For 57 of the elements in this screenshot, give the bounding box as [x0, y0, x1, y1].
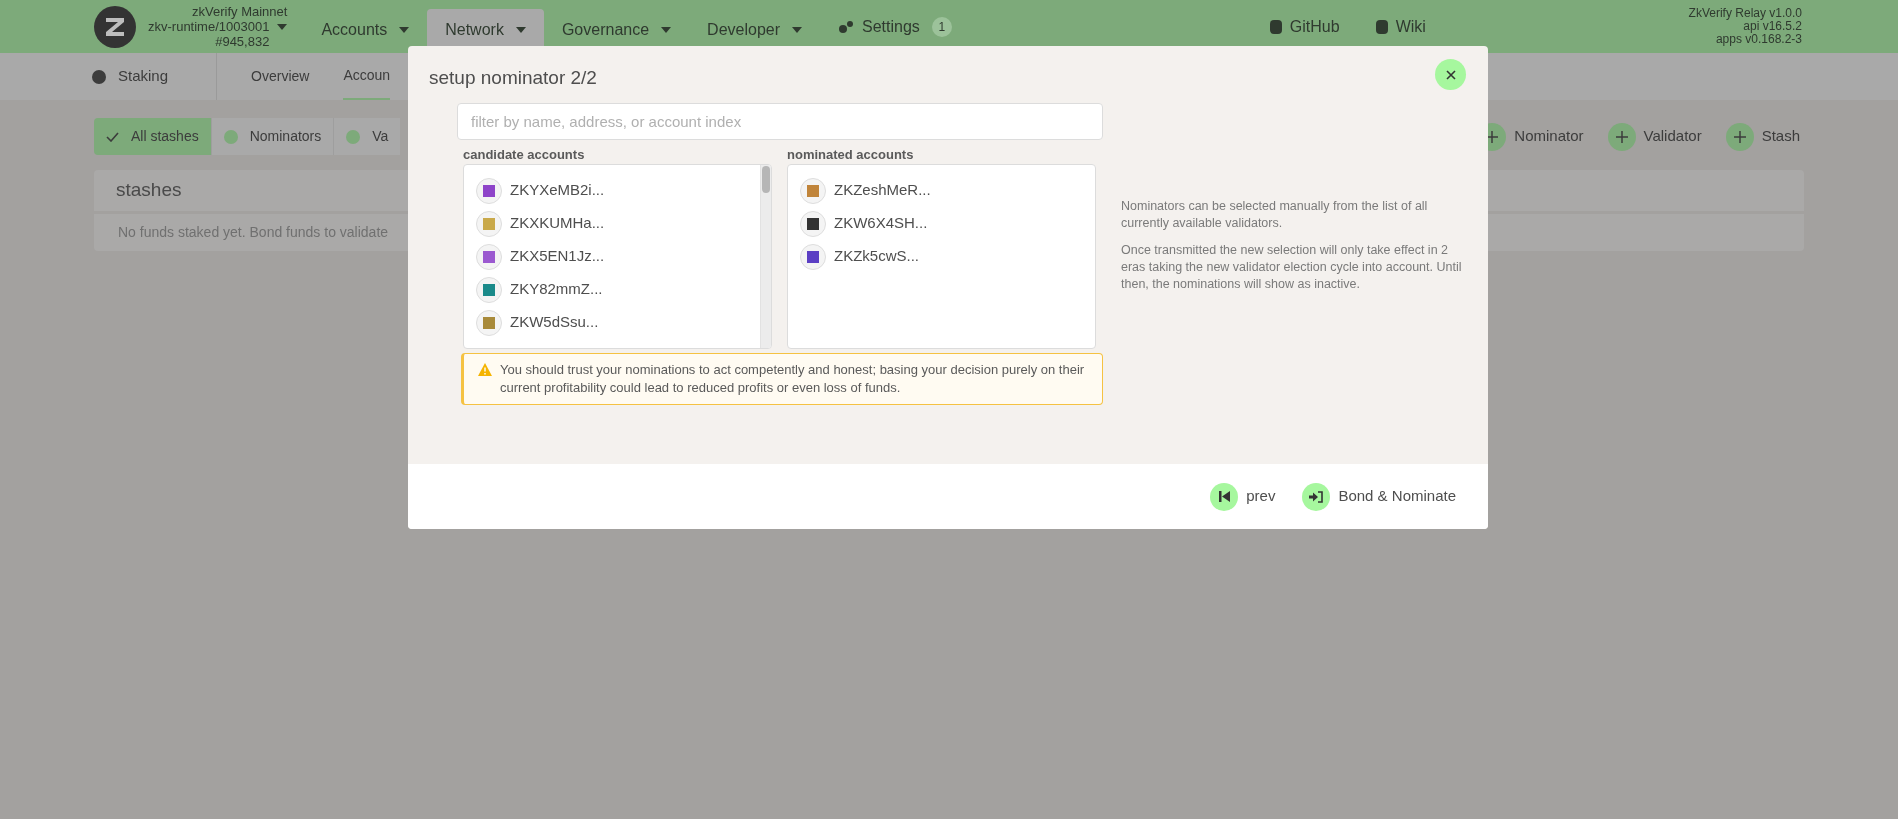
caret-icon	[515, 26, 526, 33]
submit-button[interactable]: Bond & Nominate	[1302, 482, 1456, 511]
caret-icon	[661, 26, 672, 33]
check-icon	[106, 131, 119, 142]
chain-selector[interactable]: zkv-runtime/1003001	[148, 19, 288, 34]
identicon-icon	[800, 243, 826, 270]
prev-button[interactable]: prev	[1210, 482, 1276, 511]
account-item[interactable]: ZKZeshMeR...	[788, 174, 1095, 207]
identicon-icon	[476, 309, 502, 336]
nav-link[interactable]: Wiki	[1375, 14, 1426, 39]
identicon-icon	[800, 210, 826, 237]
menu-item[interactable]: Developer	[689, 8, 820, 51]
section-title: Staking	[118, 66, 169, 87]
link-icon	[1375, 19, 1388, 34]
caret-icon	[277, 23, 288, 30]
nav-link[interactable]: GitHub	[1269, 14, 1340, 39]
filter-toggle[interactable]: Nominators	[210, 118, 334, 155]
add-button[interactable]: Validator	[1607, 122, 1702, 151]
count-badge: 1	[931, 16, 952, 37]
identicon-icon	[800, 177, 826, 204]
identicon-icon	[476, 177, 502, 204]
sign-in-icon	[1309, 490, 1324, 503]
nav-tab[interactable]: Accoun	[343, 53, 391, 100]
scrollbar[interactable]	[760, 164, 771, 348]
menu-item[interactable]: Governance	[543, 8, 690, 51]
identicon-icon	[476, 210, 502, 237]
skip-back-icon	[1218, 491, 1230, 502]
close-icon	[1445, 69, 1456, 80]
filter-toggle[interactable]: Va	[333, 118, 401, 155]
block-number: #945,832	[215, 34, 271, 49]
plus-icon	[1725, 122, 1754, 151]
warning-text: You should trust your nominations to act competently and honest; basing your decision purely on their current profitability could lead to reduced profits or even loss of funds.	[500, 360, 1086, 397]
add-button[interactable]: Stash	[1725, 122, 1800, 151]
warning-icon	[478, 362, 492, 376]
version-text: ZkVerify Relay v1.0.0	[1688, 7, 1802, 20]
modal-title: setup nominator 2/2	[429, 66, 597, 90]
plus-icon	[1607, 122, 1636, 151]
close-button[interactable]	[1435, 59, 1466, 90]
chain-name: zkVerify Mainnet	[192, 4, 288, 19]
link-icon	[1269, 19, 1282, 34]
account-item[interactable]: ZKY82mmZ...	[464, 273, 760, 306]
account-item[interactable]: ZKW5dSsu...	[464, 306, 760, 339]
filter-field[interactable]: filter by name, address, or account index	[457, 102, 1103, 140]
list-label: candidate accounts	[463, 145, 586, 161]
caret-icon	[792, 26, 802, 33]
logo-icon[interactable]	[94, 5, 136, 48]
account-item[interactable]: ZKYXeMB2i...	[464, 174, 760, 207]
nav-tab[interactable]: Overview	[251, 53, 310, 100]
version-text: api v16.5.2	[1743, 20, 1802, 33]
menu-item[interactable]: Settings 1	[820, 14, 970, 39]
identicon-icon	[476, 243, 502, 270]
caret-icon	[399, 26, 410, 33]
menu-item[interactable]: Accounts	[303, 8, 428, 51]
version-text: apps v0.168.2-3	[1715, 33, 1802, 46]
list-label: nominated accounts	[787, 145, 915, 161]
filter-toggle[interactable]: All stashes	[94, 118, 211, 155]
identicon-icon	[476, 276, 502, 303]
